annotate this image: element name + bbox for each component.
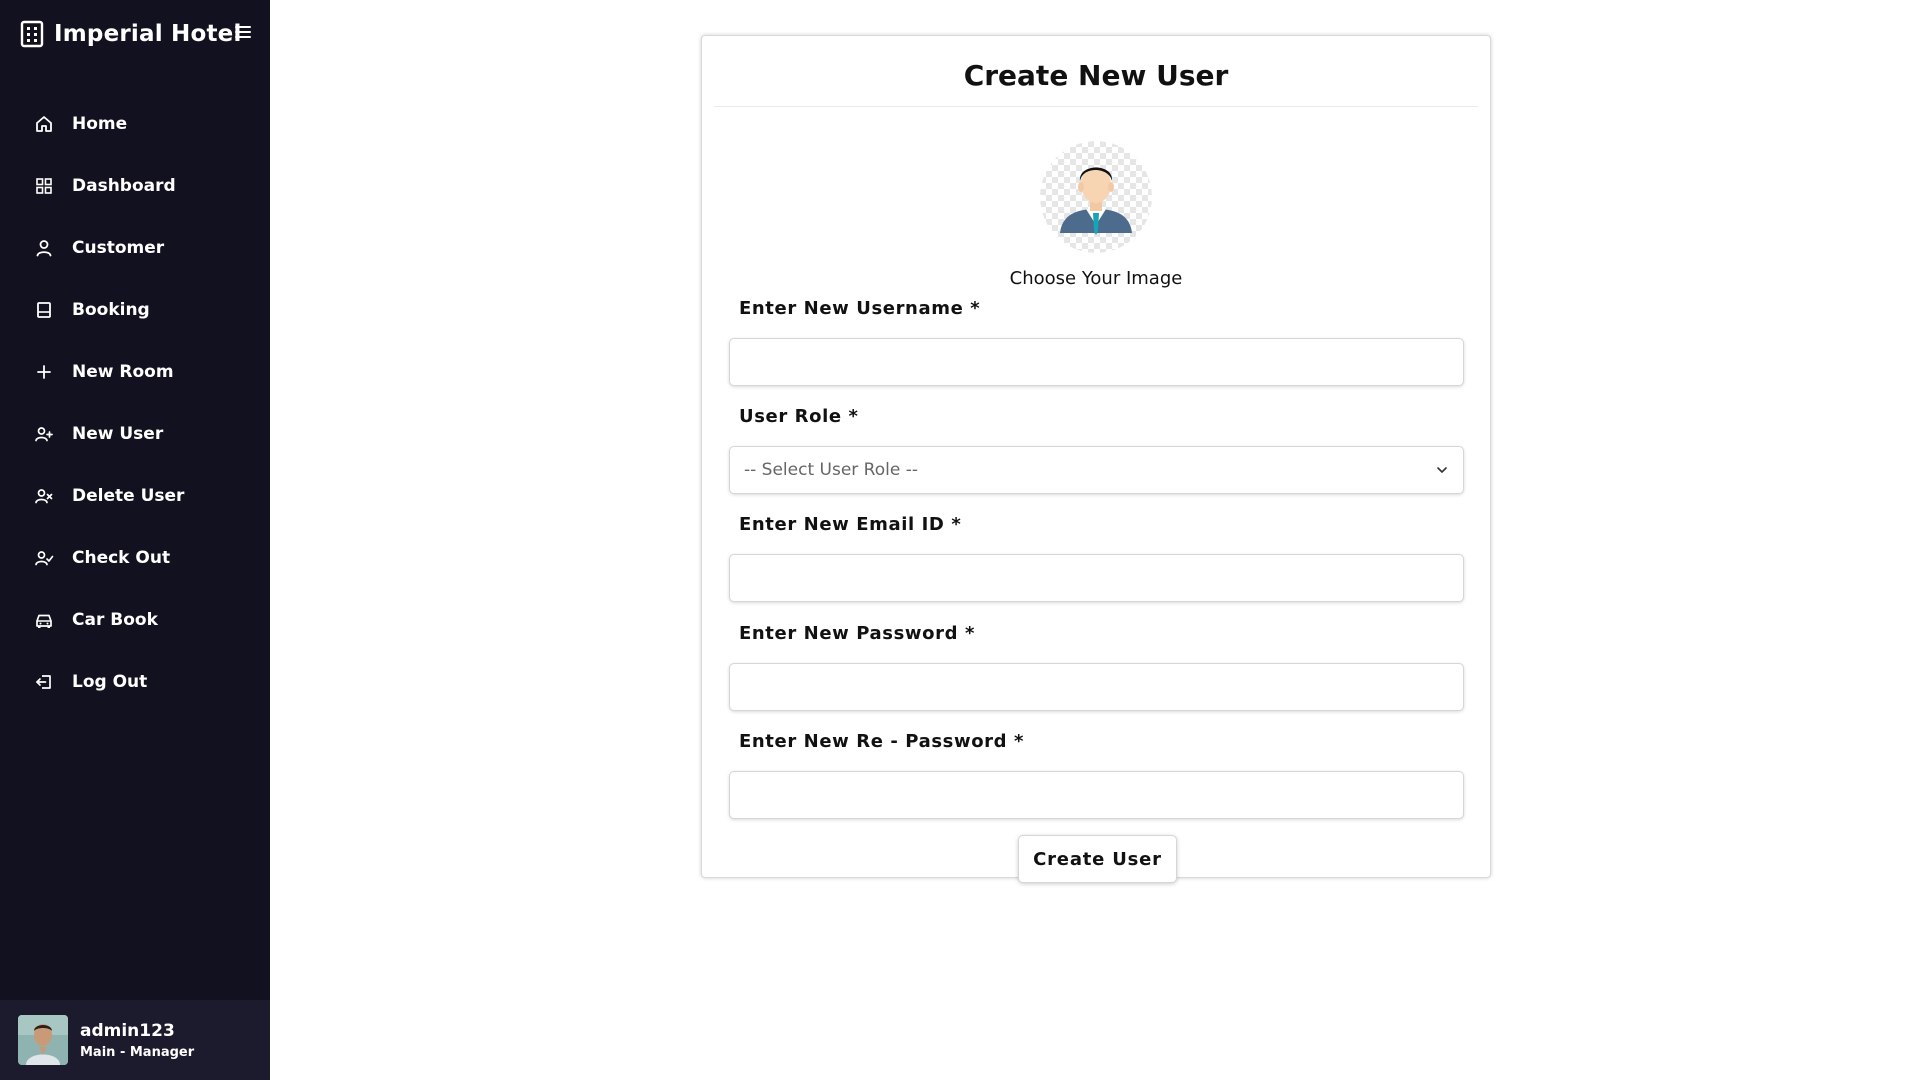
user-role-select[interactable]: -- Select User Role -- bbox=[729, 446, 1464, 494]
sidebar-item-check-out[interactable]: Check Out bbox=[0, 527, 270, 589]
sidebar-item-home[interactable]: Home bbox=[0, 93, 270, 155]
password-input[interactable] bbox=[729, 663, 1464, 711]
avatar bbox=[18, 1015, 68, 1065]
sidebar-item-label: Log Out bbox=[72, 672, 148, 692]
current-user-panel[interactable]: admin123 Main - Manager bbox=[0, 1000, 270, 1080]
profile-image-picker[interactable] bbox=[1040, 141, 1152, 253]
avatar-image bbox=[18, 1015, 68, 1065]
sidebar-item-label: Dashboard bbox=[72, 176, 176, 196]
brand[interactable]: Imperial Hotel bbox=[20, 18, 242, 50]
user-name: admin123 bbox=[80, 1020, 175, 1041]
sidebar-item-delete-user[interactable]: Delete User bbox=[0, 465, 270, 527]
sidebar-item-label: Check Out bbox=[72, 548, 171, 568]
sidebar-item-label: New Room bbox=[72, 362, 174, 382]
sidebar-item-booking[interactable]: Booking bbox=[0, 279, 270, 341]
repassword-input[interactable] bbox=[729, 771, 1464, 819]
sidebar-item-log-out[interactable]: Log Out bbox=[0, 651, 270, 713]
building-icon bbox=[20, 20, 44, 48]
choose-image-label: Choose Your Image bbox=[1009, 268, 1183, 289]
password-label: Enter New Password * bbox=[739, 623, 975, 644]
user-plus-icon bbox=[35, 427, 53, 442]
plus-icon bbox=[37, 365, 51, 379]
user-role-label: User Role * bbox=[739, 406, 859, 427]
create-user-button[interactable]: Create User bbox=[1018, 835, 1177, 883]
sidebar-item-customer[interactable]: Customer bbox=[0, 217, 270, 279]
sidebar: Imperial Hotel Home Dashboard Customer B… bbox=[0, 0, 270, 1080]
email-label: Enter New Email ID * bbox=[739, 514, 962, 535]
sidebar-item-new-user[interactable]: New User bbox=[0, 403, 270, 465]
grid-icon bbox=[36, 178, 52, 194]
repassword-label: Enter New Re - Password * bbox=[739, 731, 1025, 752]
sidebar-item-label: Booking bbox=[72, 300, 150, 320]
create-user-form: Create New User Choose Your Image Enter … bbox=[701, 35, 1491, 883]
home-icon bbox=[36, 116, 52, 132]
user-info: admin123 Main - Manager bbox=[80, 1021, 194, 1060]
car-icon bbox=[36, 614, 52, 628]
sidebar-item-car-book[interactable]: Car Book bbox=[0, 589, 270, 651]
hamburger-menu-icon[interactable] bbox=[233, 22, 253, 42]
sidebar-item-label: New User bbox=[72, 424, 164, 444]
user-x-icon bbox=[35, 489, 53, 504]
username-input[interactable] bbox=[729, 338, 1464, 386]
user-role: Main - Manager bbox=[80, 1044, 195, 1060]
default-avatar-icon bbox=[1040, 141, 1152, 253]
sidebar-item-dashboard[interactable]: Dashboard bbox=[0, 155, 270, 217]
sidebar-item-new-room[interactable]: New Room bbox=[0, 341, 270, 403]
username-label: Enter New Username * bbox=[739, 298, 981, 319]
sidebar-item-label: Car Book bbox=[72, 610, 158, 630]
person-icon bbox=[36, 240, 52, 257]
brand-name: Imperial Hotel bbox=[54, 21, 242, 47]
logout-icon bbox=[36, 675, 51, 689]
user-check-icon bbox=[35, 551, 54, 566]
page-title: Create New User bbox=[714, 36, 1478, 107]
sidebar-nav: Home Dashboard Customer Booking New Room… bbox=[0, 93, 270, 713]
sidebar-item-label: Delete User bbox=[72, 486, 185, 506]
user-role-selected: -- Select User Role -- bbox=[744, 460, 918, 480]
booking-icon bbox=[37, 302, 51, 318]
sidebar-item-label: Home bbox=[72, 114, 128, 134]
email-input[interactable] bbox=[729, 554, 1464, 602]
chevron-down-icon bbox=[1437, 467, 1447, 473]
sidebar-item-label: Customer bbox=[72, 238, 165, 258]
